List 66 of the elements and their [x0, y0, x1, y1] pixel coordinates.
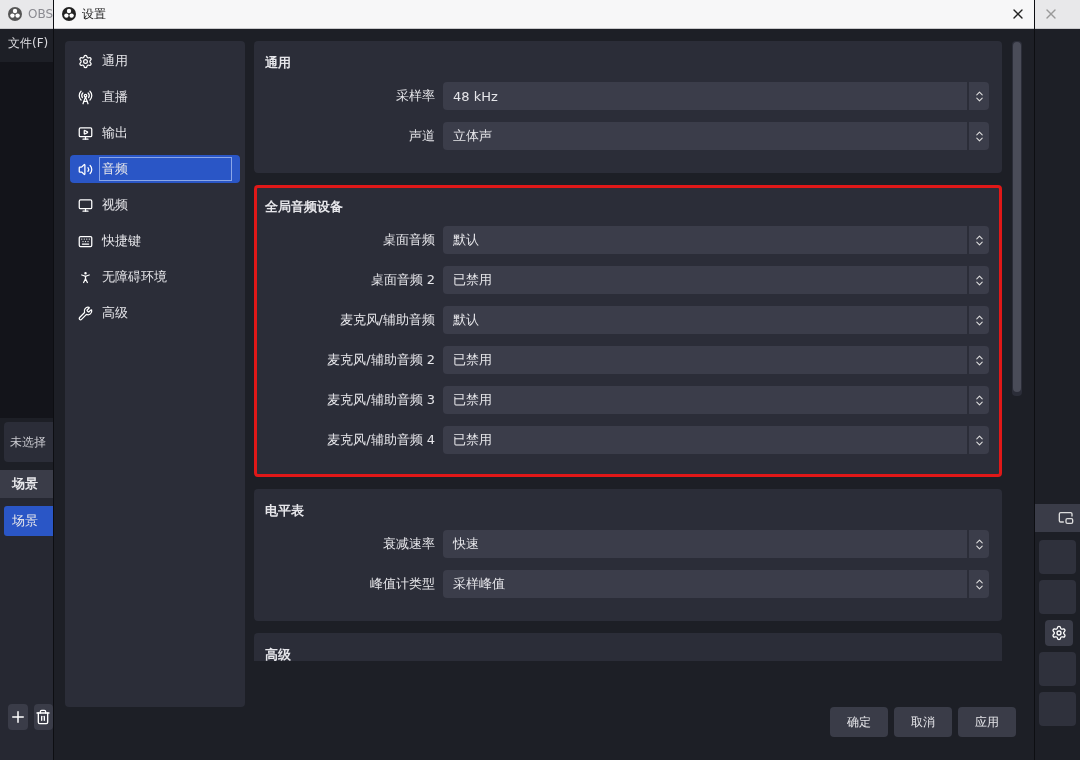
- group-title: 高级: [265, 646, 292, 661]
- sidebar-item-label: 无障碍环境: [101, 268, 168, 286]
- sidebar-item[interactable]: 快捷键: [70, 227, 240, 255]
- dialog-button[interactable]: 取消: [894, 707, 952, 737]
- sidebar-item[interactable]: 音频: [70, 155, 240, 183]
- dialog-button[interactable]: 确定: [830, 707, 888, 737]
- field-label: 桌面音频: [382, 231, 436, 249]
- sidebar-item-icon: [78, 53, 93, 69]
- sidebar-item[interactable]: 输出: [70, 119, 240, 147]
- settings-button[interactable]: [1045, 620, 1073, 646]
- sidebar-item-label: 视频: [101, 196, 129, 214]
- dialog-button[interactable]: 应用: [958, 707, 1016, 737]
- sidebar-item[interactable]: 高级: [70, 299, 240, 327]
- sidebar-item-icon: [78, 305, 93, 321]
- group-title: 电平表: [265, 502, 305, 520]
- group-title: 通用: [265, 54, 292, 72]
- select-field[interactable]: 已禁用: [443, 346, 989, 374]
- select-field[interactable]: 快速: [443, 530, 989, 558]
- sidebar-item-icon: [78, 161, 93, 177]
- select-field[interactable]: 默认: [443, 226, 989, 254]
- sidebar-item-icon: [78, 233, 93, 249]
- sidebar-item-label: 快捷键: [101, 232, 142, 250]
- select-field[interactable]: 已禁用: [443, 426, 989, 454]
- gear-icon: [1051, 625, 1067, 641]
- sidebar-item[interactable]: 无障碍环境: [70, 263, 240, 291]
- field-label: 衰减速率: [382, 535, 436, 553]
- sidebar-item-label: 输出: [101, 124, 129, 142]
- sidebar-item[interactable]: 直播: [70, 83, 240, 111]
- trash-icon: [35, 709, 52, 725]
- sidebar-item-label: 直播: [101, 88, 129, 106]
- select-field[interactable]: 立体声: [443, 122, 989, 150]
- menu-item[interactable]: 文件(F): [0, 29, 53, 58]
- sidebar-item-label: 高级: [101, 304, 129, 322]
- field-label: 麦克风/辅助音频: [338, 311, 436, 329]
- field-label: 声道: [408, 127, 436, 145]
- add-button[interactable]: [8, 704, 28, 730]
- sidebar-item-icon: [78, 125, 93, 141]
- select-field[interactable]: 采样峰值: [443, 570, 989, 598]
- popout-icon[interactable]: [1058, 510, 1074, 526]
- sidebar-item[interactable]: 通用: [70, 47, 240, 75]
- sidebar-item-label: 通用: [101, 52, 129, 70]
- scene-item[interactable]: 场景: [4, 506, 53, 536]
- field-label: 峰值计类型: [369, 575, 436, 593]
- window-title: OBS: [28, 7, 53, 21]
- field-label: 麦克风/辅助音频 4: [326, 431, 436, 449]
- app-logo-icon: [62, 7, 76, 21]
- sidebar-item[interactable]: 视频: [70, 191, 240, 219]
- group-title: 全局音频设备: [265, 198, 344, 216]
- field-label: 采样率: [395, 87, 436, 105]
- field-label: 麦克风/辅助音频 3: [326, 391, 436, 409]
- select-field[interactable]: 已禁用: [443, 386, 989, 414]
- select-field[interactable]: 默认: [443, 306, 989, 334]
- field-label: 桌面音频 2: [369, 271, 436, 289]
- sidebar-item-icon: [78, 89, 93, 105]
- source-panel: 未选择: [4, 422, 53, 462]
- delete-button[interactable]: [33, 704, 53, 730]
- field-label: 麦克风/辅助音频 2: [326, 351, 436, 369]
- sidebar-item-icon: [78, 269, 93, 285]
- dialog-title: 设置: [82, 5, 106, 23]
- select-field[interactable]: 48 kHz: [443, 82, 989, 110]
- select-field[interactable]: 已禁用: [443, 266, 989, 294]
- sidebar-item-icon: [78, 197, 93, 213]
- sidebar-item-label: 音频: [99, 157, 232, 181]
- scrollbar[interactable]: [1012, 41, 1022, 396]
- app-logo-icon: [8, 7, 22, 21]
- dock-title: 场景: [0, 470, 53, 498]
